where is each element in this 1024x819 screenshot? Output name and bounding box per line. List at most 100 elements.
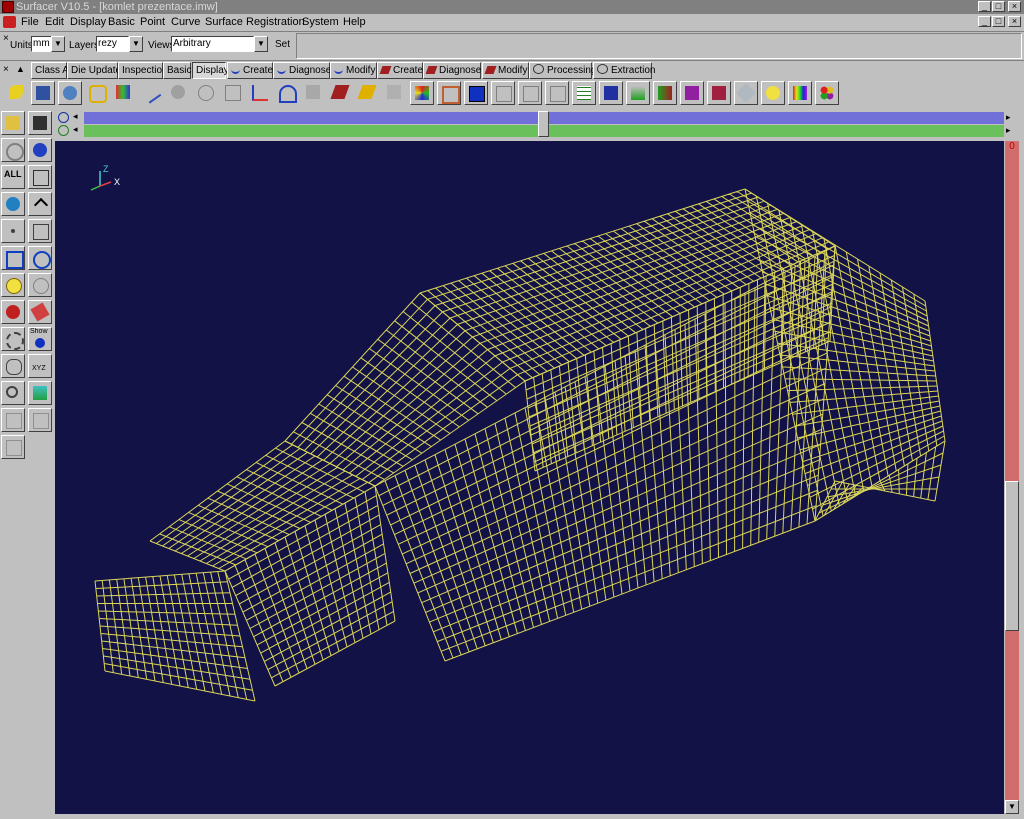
slider2-right-arrow[interactable]: ▸ bbox=[1006, 125, 1011, 136]
display-mode-icon[interactable] bbox=[5, 81, 29, 105]
tab-inspection[interactable]: Inspection bbox=[118, 62, 168, 79]
units-dropdown-arrow[interactable]: ▼ bbox=[51, 36, 65, 52]
scroll-thumb[interactable] bbox=[1005, 481, 1019, 631]
menu-display[interactable]: Display bbox=[70, 16, 106, 29]
tab-processing[interactable]: Processing bbox=[529, 62, 596, 79]
menu-curve[interactable]: Curve bbox=[171, 16, 200, 29]
terrain-icon[interactable] bbox=[28, 381, 52, 405]
rotate-view-icon[interactable] bbox=[1, 327, 25, 351]
tab-class-a[interactable]: Class A bbox=[31, 62, 69, 79]
render-icon[interactable] bbox=[1, 300, 25, 324]
frame-icon[interactable] bbox=[437, 81, 461, 105]
layers-select[interactable]: rezy po bbox=[96, 36, 129, 52]
doc-restore-button[interactable]: □ bbox=[992, 16, 1005, 27]
tab-surface-diagnose[interactable]: Diagnose bbox=[423, 62, 481, 79]
minimize-button[interactable]: _ bbox=[978, 1, 991, 12]
tab-extraction[interactable]: Extraction bbox=[593, 62, 655, 79]
view-frame-icon[interactable] bbox=[491, 81, 515, 105]
save-icon[interactable] bbox=[28, 111, 52, 135]
layers-dropdown-arrow[interactable]: ▼ bbox=[129, 36, 143, 52]
close-x-icon[interactable]: × bbox=[3, 33, 9, 45]
globe-icon[interactable] bbox=[1, 192, 25, 216]
monitor-icon[interactable] bbox=[464, 81, 488, 105]
vertical-scrollbar[interactable]: 0 ▼ bbox=[1005, 141, 1019, 814]
move-icon[interactable] bbox=[28, 192, 52, 216]
curve-display-icon[interactable] bbox=[85, 81, 109, 105]
tab-curve-create[interactable]: Create bbox=[227, 62, 273, 79]
pen-icon[interactable] bbox=[140, 81, 164, 105]
undo-icon[interactable] bbox=[1, 138, 25, 162]
show-icon[interactable]: Show bbox=[28, 327, 52, 351]
shaded-view-icon[interactable] bbox=[31, 81, 55, 105]
surface-grey-icon[interactable] bbox=[302, 81, 326, 105]
deviation-icon[interactable] bbox=[626, 81, 650, 105]
views-dropdown-arrow[interactable]: ▼ bbox=[254, 36, 268, 52]
view-frame2-icon[interactable] bbox=[518, 81, 542, 105]
menu-registration[interactable]: Registration bbox=[246, 16, 305, 29]
tab-display[interactable]: Display bbox=[192, 62, 229, 79]
slider-right-arrow[interactable]: ▸ bbox=[1006, 112, 1011, 123]
tab-curve-diagnose[interactable]: Diagnose bbox=[273, 62, 331, 79]
surface-outline-icon[interactable] bbox=[221, 81, 245, 105]
open-folder-icon[interactable] bbox=[1, 111, 25, 135]
view-frame3-icon[interactable] bbox=[545, 81, 569, 105]
scroll-down-button[interactable]: ▼ bbox=[1005, 800, 1019, 814]
menu-system[interactable]: System bbox=[302, 16, 339, 29]
cloud-icon[interactable] bbox=[167, 81, 191, 105]
hand-icon[interactable] bbox=[1, 354, 25, 378]
transform-icon[interactable] bbox=[28, 219, 52, 243]
curvature-icon[interactable] bbox=[653, 81, 677, 105]
set-button[interactable]: Set bbox=[275, 39, 290, 51]
cloud-outline-icon[interactable] bbox=[194, 81, 218, 105]
close-button[interactable]: × bbox=[1008, 1, 1021, 12]
color-palette-icon[interactable] bbox=[112, 81, 136, 105]
wave-icon[interactable] bbox=[599, 81, 623, 105]
doc-minimize-button[interactable]: _ bbox=[978, 16, 991, 27]
eraser-icon[interactable] bbox=[28, 300, 52, 324]
tab-surface-modify[interactable]: Modify bbox=[482, 62, 529, 79]
command-field[interactable] bbox=[296, 33, 1022, 59]
views-select[interactable]: Arbitrary bbox=[171, 36, 254, 52]
color-balls-icon[interactable] bbox=[815, 81, 839, 105]
book-icon[interactable] bbox=[707, 81, 731, 105]
rainbow-icon[interactable] bbox=[788, 81, 812, 105]
curve-points-icon[interactable] bbox=[248, 81, 272, 105]
report-icon[interactable] bbox=[680, 81, 704, 105]
globe-view-icon[interactable] bbox=[58, 81, 82, 105]
rotate-circle-icon[interactable] bbox=[58, 112, 69, 123]
spline-icon[interactable] bbox=[275, 81, 299, 105]
pick-icon[interactable] bbox=[28, 273, 52, 297]
slider2-left-arrow[interactable]: ◂ bbox=[73, 124, 78, 135]
document-icon[interactable] bbox=[3, 16, 16, 28]
select-all-icon[interactable]: ALL bbox=[1, 165, 25, 189]
menu-point[interactable]: Point bbox=[140, 16, 165, 29]
menu-edit[interactable]: Edit bbox=[45, 16, 64, 29]
menu-help[interactable]: Help bbox=[343, 16, 366, 29]
slider-left-arrow[interactable]: ◂ bbox=[73, 111, 78, 122]
menu-basic[interactable]: Basic bbox=[108, 16, 135, 29]
tab-surface-create[interactable]: Create bbox=[377, 62, 423, 79]
menu-file[interactable]: File bbox=[21, 16, 39, 29]
fit-view-icon[interactable] bbox=[1, 246, 25, 270]
doc-close-button[interactable]: × bbox=[1008, 16, 1021, 27]
tab-curve-modify[interactable]: Modify bbox=[330, 62, 377, 79]
trash-icon[interactable] bbox=[28, 165, 52, 189]
surface-red-icon[interactable] bbox=[329, 81, 353, 105]
menu-surface[interactable]: Surface bbox=[205, 16, 243, 29]
zoom-window-icon[interactable] bbox=[28, 246, 52, 270]
viewport-3d[interactable]: Z X bbox=[55, 141, 1004, 814]
rotate-circle2-icon[interactable] bbox=[58, 125, 69, 136]
surface-yellow-icon[interactable] bbox=[356, 81, 380, 105]
point-icon[interactable] bbox=[1, 219, 25, 243]
light-bulb-icon[interactable] bbox=[761, 81, 785, 105]
surface-mesh-icon[interactable] bbox=[383, 81, 407, 105]
slider-thumb[interactable] bbox=[538, 111, 549, 137]
disabled-grid-icon[interactable] bbox=[28, 408, 52, 432]
tab-basic[interactable]: Basic bbox=[163, 62, 191, 79]
flashlight-icon[interactable] bbox=[734, 81, 758, 105]
tabs-collapse-icon[interactable]: ▲ bbox=[16, 63, 25, 75]
grid-icon[interactable] bbox=[572, 81, 596, 105]
maximize-button[interactable]: □ bbox=[992, 1, 1005, 12]
tab-die-update[interactable]: Die Update bbox=[67, 62, 121, 79]
disabled-tool-icon[interactable] bbox=[1, 408, 25, 432]
